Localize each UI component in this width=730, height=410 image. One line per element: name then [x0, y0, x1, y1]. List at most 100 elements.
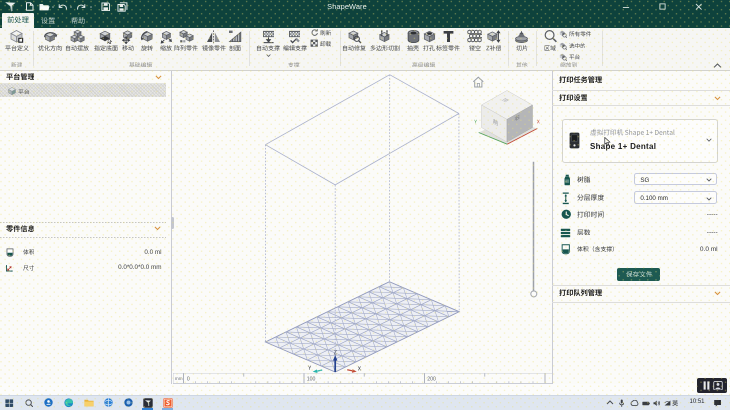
ribbon-small-button-label[interactable]: [320, 30, 331, 36]
viewport-3d[interactable]: [173, 71, 553, 374]
tray-mic-icon[interactable]: [619, 399, 625, 408]
taskbar-snip-icon[interactable]: [163, 398, 173, 408]
ribbon-button-label[interactable]: [544, 45, 556, 51]
lattice-icon[interactable]: [467, 29, 482, 44]
ribbon-button-label[interactable]: [122, 45, 134, 51]
slice-icon[interactable]: [514, 29, 529, 44]
resin-row-label: [577, 176, 591, 183]
zoom-selected-label[interactable]: [569, 43, 586, 49]
rotate-icon[interactable]: [140, 29, 155, 44]
polycut-icon[interactable]: [377, 29, 392, 44]
ribbon-button-label[interactable]: [407, 45, 419, 51]
array-icon[interactable]: [179, 29, 194, 44]
taskbar-file-explorer-icon[interactable]: [84, 399, 94, 407]
tray-battery-icon[interactable]: [642, 401, 651, 406]
printer-dropdown-icon[interactable]: [706, 138, 712, 142]
ribbon-button-label[interactable]: [486, 45, 502, 51]
ribbon-collapse-icon[interactable]: [713, 63, 722, 69]
taskbar-browser-icon[interactable]: [104, 398, 113, 407]
unload-icon[interactable]: [310, 39, 319, 48]
tray-ime-label[interactable]: [672, 400, 678, 406]
save-icon[interactable]: [101, 2, 111, 12]
layer-dropdown[interactable]: 0.100 mm: [634, 191, 717, 203]
ribbon-button-label[interactable]: [370, 45, 400, 51]
zcomp-icon[interactable]: [486, 29, 501, 44]
printer-selector[interactable]: [562, 119, 718, 163]
taskbar-people-icon[interactable]: [44, 398, 53, 407]
ribbon-button-label[interactable]: [436, 45, 460, 51]
ribbon-button-label[interactable]: [469, 45, 481, 51]
ribbon-button-label[interactable]: [423, 45, 435, 51]
tray-notification-icon[interactable]: [713, 399, 722, 408]
ribbon-button-label[interactable]: [202, 45, 226, 51]
print-settings-section-title: [559, 94, 588, 101]
section-icon[interactable]: [228, 29, 243, 44]
new-file-icon[interactable]: [25, 2, 34, 11]
undo-icon[interactable]: [57, 3, 68, 11]
tray-clock[interactable]: 10:51: [684, 399, 710, 405]
close-button[interactable]: [695, 3, 703, 11]
chevron-down-icon[interactable]: [714, 291, 721, 295]
ribbon-button-label[interactable]: [256, 45, 280, 51]
platform-define-icon[interactable]: [9, 29, 24, 44]
zoom-all-parts-label[interactable]: [569, 31, 591, 37]
scale-icon[interactable]: [158, 29, 173, 44]
ribbon-button-label[interactable]: [38, 45, 62, 51]
shell-icon[interactable]: [406, 29, 421, 44]
ribbon-small-button-label[interactable]: [320, 41, 331, 47]
zoom-slider-handle[interactable]: [530, 291, 536, 297]
ribbon-button-label[interactable]: [5, 45, 29, 51]
hole-icon[interactable]: [422, 29, 437, 44]
chevron-down-icon[interactable]: [154, 226, 161, 230]
save-all-icon[interactable]: [117, 2, 128, 12]
tray-expand-icon[interactable]: [606, 400, 614, 405]
ribbon-button-label[interactable]: [160, 45, 172, 51]
move-icon[interactable]: [120, 29, 135, 44]
ribbon-button-label[interactable]: [94, 45, 118, 51]
zoom-all-parts-icon[interactable]: [559, 30, 567, 38]
ribbon-button-label[interactable]: [229, 45, 241, 51]
chevron-down-icon[interactable]: [266, 54, 271, 57]
recorder-pause-button[interactable]: [703, 381, 710, 390]
chevron-down-icon[interactable]: [155, 75, 162, 79]
maximize-button[interactable]: [659, 3, 666, 10]
arrange-icon[interactable]: [70, 29, 85, 44]
tray-network-icon[interactable]: [664, 400, 671, 406]
refresh-icon[interactable]: [310, 28, 319, 37]
chevron-down-icon[interactable]: [714, 96, 721, 100]
zoom-selected-icon[interactable]: [559, 42, 567, 50]
tray-speaker-icon[interactable]: [653, 400, 661, 407]
taskbar-shapeware-icon[interactable]: [143, 398, 153, 408]
ribbon-button-label[interactable]: [174, 45, 198, 51]
edit-support-icon[interactable]: [287, 29, 302, 44]
nav-cube[interactable]: [478, 90, 537, 144]
ribbon-button-label[interactable]: [283, 45, 307, 51]
mirror-icon[interactable]: [206, 29, 221, 44]
ribbon-button-label[interactable]: [342, 45, 366, 51]
taskbar-edge-icon[interactable]: [64, 398, 74, 408]
platform-item-label[interactable]: [18, 89, 30, 95]
recorder-stop-button[interactable]: [713, 381, 723, 391]
resin-dropdown[interactable]: SG: [634, 173, 717, 185]
taskbar-search-icon[interactable]: [25, 399, 34, 408]
open-file-icon[interactable]: [39, 3, 50, 11]
tab-help-label[interactable]: [71, 17, 85, 24]
ribbon-button-label[interactable]: [65, 45, 89, 51]
bottom-icon[interactable]: [98, 29, 113, 44]
zoom-platform-icon[interactable]: [559, 53, 567, 61]
zoom-region-icon[interactable]: [543, 29, 558, 44]
tab-settings-label[interactable]: [41, 17, 55, 24]
label-part-icon[interactable]: [441, 29, 456, 44]
zoom-platform-label[interactable]: [569, 54, 580, 60]
auto-support-icon[interactable]: [261, 29, 276, 44]
tray-onedrive-icon[interactable]: [630, 400, 639, 406]
windows-start-button[interactable]: [5, 399, 14, 408]
repair-icon[interactable]: [347, 29, 362, 44]
minimize-button[interactable]: [622, 3, 630, 10]
ribbon-button-label[interactable]: [516, 45, 528, 51]
redo-icon[interactable]: [76, 3, 87, 11]
optimize-icon[interactable]: [43, 29, 58, 44]
taskbar-app-blue-icon[interactable]: [124, 398, 133, 407]
ribbon-button-label[interactable]: [141, 45, 153, 51]
home-icon[interactable]: [473, 77, 483, 87]
